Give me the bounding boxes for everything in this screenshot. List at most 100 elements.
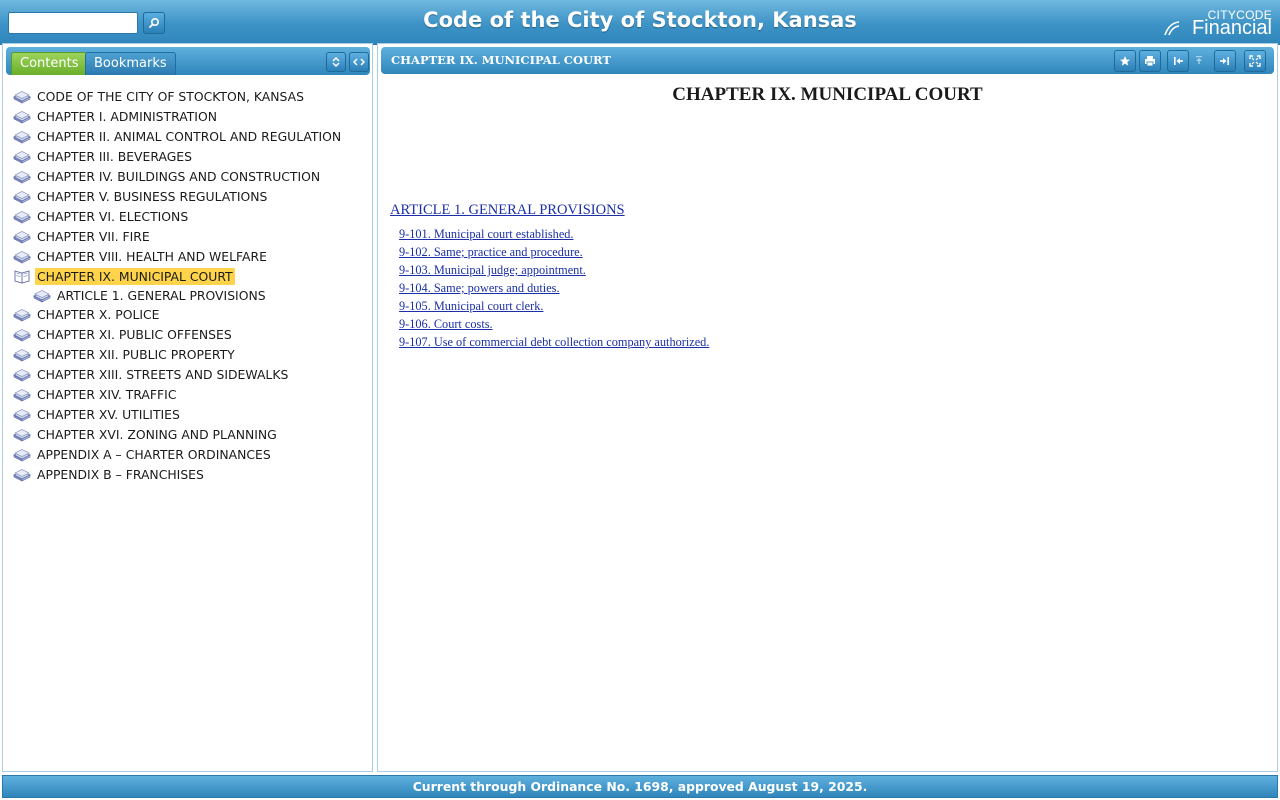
toc-item[interactable]: CHAPTER I. ADMINISTRATION [13, 106, 343, 126]
toc-item-label: CHAPTER IV. BUILDINGS AND CONSTRUCTION [37, 168, 321, 184]
up-icon [1196, 56, 1202, 64]
toc-item-label: APPENDIX B – FRANCHISES [37, 466, 204, 482]
book-icon [13, 346, 31, 362]
section-link[interactable]: 9-103. Municipal judge; appointment. [399, 263, 586, 277]
article-link[interactable]: ARTICLE 1. GENERAL PROVISIONS [390, 202, 625, 219]
section-link[interactable]: 9-107. Use of commercial debt collection… [399, 335, 709, 349]
sync-toc-button[interactable] [349, 52, 369, 72]
panel-tab-bar: Contents Bookmarks [6, 47, 370, 75]
toc-item[interactable]: CHAPTER XII. PUBLIC PROPERTY [13, 344, 343, 364]
toc-item-label: CODE OF THE CITY OF STOCKTON, KANSAS [37, 88, 304, 104]
section-link[interactable]: 9-106. Court costs. [399, 317, 493, 331]
toc-item[interactable]: CHAPTER II. ANIMAL CONTROL AND REGULATIO… [13, 126, 343, 146]
toc-item[interactable]: ARTICLE 1. GENERAL PROVISIONS [13, 286, 343, 304]
expand-collapse-button[interactable] [326, 52, 346, 72]
next-icon [1220, 57, 1229, 65]
toc-item[interactable]: CHAPTER X. POLICE [13, 304, 343, 324]
tab-contents[interactable]: Contents [11, 52, 88, 75]
search-input[interactable] [8, 12, 138, 34]
print-button[interactable] [1139, 50, 1161, 72]
toc-item-label: CHAPTER I. ADMINISTRATION [37, 108, 217, 124]
toc-item[interactable]: CHAPTER VIII. HEALTH AND WELFARE [13, 246, 343, 266]
section-list: 9-101. Municipal court established. 9-102… [399, 225, 709, 351]
section-list-item: 9-106. Court costs. [399, 315, 709, 333]
header-bar: Code of the City of Stockton, Kansas CIT… [0, 0, 1280, 45]
book-icon [13, 326, 31, 342]
footer-status: Current through Ordinance No. 1698, appr… [2, 775, 1278, 798]
toc-item-label: ARTICLE 1. GENERAL PROVISIONS [57, 287, 266, 303]
toc-item[interactable]: CHAPTER III. BEVERAGES [13, 146, 343, 166]
section-link[interactable]: 9-105. Municipal court clerk. [399, 299, 543, 313]
toc-item[interactable]: CHAPTER XI. PUBLIC OFFENSES [13, 324, 343, 344]
book-icon [13, 208, 31, 224]
toc-item-label: CHAPTER XI. PUBLIC OFFENSES [37, 326, 232, 342]
book-icon [13, 128, 31, 144]
toc-item[interactable]: CHAPTER IV. BUILDINGS AND CONSTRUCTION [13, 166, 343, 186]
swoosh-icon [1164, 21, 1180, 36]
document-toolbar: CHAPTER IX. MUNICIPAL COURT [381, 47, 1274, 74]
toc-item[interactable]: CHAPTER XV. UTILITIES [13, 404, 343, 424]
toc-item-label: APPENDIX A – CHARTER ORDINANCES [37, 446, 271, 462]
book-icon [13, 148, 31, 164]
book-icon [13, 406, 31, 422]
toc-item[interactable]: CHAPTER XIV. TRAFFIC [13, 384, 343, 404]
section-link[interactable]: 9-101. Municipal court established. [399, 227, 574, 241]
toc-item-label: CHAPTER VIII. HEALTH AND WELFARE [37, 248, 267, 264]
previous-section-button[interactable] [1167, 50, 1189, 72]
chapter-heading: CHAPTER IX. MUNICIPAL COURT [672, 84, 983, 105]
section-list-item: 9-102. Same; practice and procedure. [399, 243, 709, 261]
toc-item-label: CHAPTER V. BUSINESS REGULATIONS [37, 188, 268, 204]
book-icon [13, 426, 31, 442]
book-icon [13, 228, 31, 244]
toc-item[interactable]: CHAPTER IX. MUNICIPAL COURT [13, 266, 343, 286]
toc-item[interactable]: CHAPTER VI. ELECTIONS [13, 206, 343, 226]
up-button[interactable] [1192, 51, 1206, 69]
section-link[interactable]: 9-102. Same; practice and procedure. [399, 245, 583, 259]
toc-item-label: CHAPTER X. POLICE [37, 306, 160, 322]
next-section-button[interactable] [1214, 50, 1236, 72]
bookmark-star-icon [1120, 56, 1130, 66]
toc-item[interactable]: CHAPTER XVI. ZONING AND PLANNING [13, 424, 343, 444]
toc-item[interactable]: APPENDIX A – CHARTER ORDINANCES [13, 444, 343, 464]
toc-item[interactable]: CODE OF THE CITY OF STOCKTON, KANSAS [13, 86, 343, 106]
toc-item[interactable]: APPENDIX B – FRANCHISES [13, 464, 343, 484]
book-icon [13, 248, 31, 264]
print-icon [1145, 56, 1155, 67]
fullscreen-icon [1249, 55, 1261, 67]
document-content: CHAPTER IX. MUNICIPAL COURT ARTICLE 1. G… [378, 44, 1277, 771]
site-title: Code of the City of Stockton, Kansas [423, 8, 857, 32]
bookmark-button[interactable] [1114, 50, 1136, 72]
document-panel: CHAPTER IX. MUNICIPAL COURT ARTICLE 1. G… [377, 43, 1278, 772]
logo-financial-text: Financial [1191, 17, 1272, 39]
section-list-item: 9-103. Municipal judge; appointment. [399, 261, 709, 279]
toc-item[interactable]: CHAPTER V. BUSINESS REGULATIONS [13, 186, 343, 206]
search-area [8, 12, 165, 34]
search-button[interactable] [143, 12, 165, 34]
book-icon [13, 188, 31, 204]
book-icon [13, 386, 31, 402]
toc-item[interactable]: CHAPTER XIII. STREETS AND SIDEWALKS [13, 364, 343, 384]
toc-item-label: CHAPTER XIII. STREETS AND SIDEWALKS [37, 366, 289, 382]
section-list-item: 9-107. Use of commercial debt collection… [399, 333, 709, 351]
section-link[interactable]: 9-104. Same; powers and duties. [399, 281, 560, 295]
toc-item-label: CHAPTER XVI. ZONING AND PLANNING [37, 426, 277, 442]
sync-icon [353, 58, 365, 66]
table-of-contents: CODE OF THE CITY OF STOCKTON, KANSAS CHAP… [13, 86, 343, 484]
fullscreen-button[interactable] [1244, 50, 1266, 72]
book-icon [13, 88, 31, 104]
book-icon [13, 446, 31, 462]
book-icon [33, 287, 51, 303]
book-icon [13, 108, 31, 124]
tab-bookmarks[interactable]: Bookmarks [85, 52, 176, 75]
book-icon [13, 306, 31, 322]
contents-panel: Contents Bookmarks CODE OF THE CITY OF S… [2, 43, 373, 772]
search-icon [148, 17, 160, 29]
citycode-logo: CITYCODE Financial [1164, 8, 1272, 39]
book-icon [13, 466, 31, 482]
expand-collapse-icon [332, 56, 340, 68]
toc-item[interactable]: CHAPTER VII. FIRE [13, 226, 343, 246]
open-book-icon [13, 268, 31, 284]
document-breadcrumb-title: CHAPTER IX. MUNICIPAL COURT [391, 53, 611, 67]
toc-item-label: CHAPTER VII. FIRE [37, 228, 150, 244]
toc-item-label: CHAPTER VI. ELECTIONS [37, 208, 189, 224]
